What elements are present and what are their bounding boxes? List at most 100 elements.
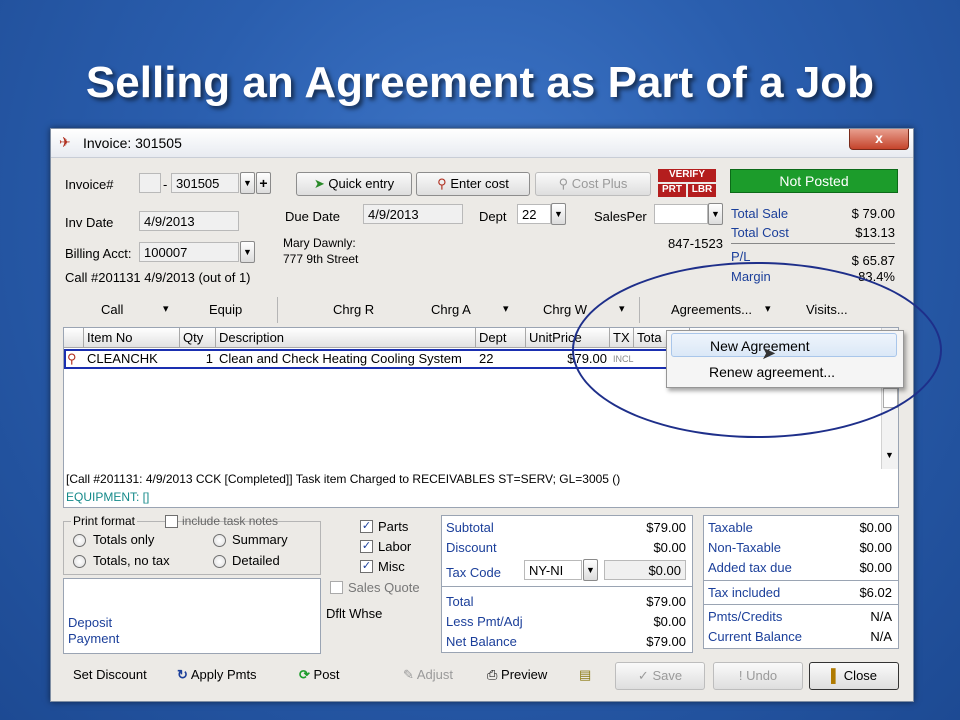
slide-title: Selling an Agreement as Part of a Job [85,58,875,107]
added-tax-value: $0.00 [859,560,892,575]
salesper-field[interactable] [654,204,708,224]
customer-address: 777 9th Street [283,252,359,266]
total-label: Total [446,594,474,609]
inv-date-field[interactable]: 4/9/2013 [139,211,239,231]
total-cost-label: Total Cost [731,225,789,240]
undo-button[interactable]: ! Undo [713,662,803,690]
cell-qty[interactable]: 1 [180,350,216,368]
billing-acct-label: Billing Acct: [65,246,132,261]
enter-cost-label: Enter cost [450,176,509,191]
apply-pmts-button[interactable]: ↻ Apply Pmts [177,667,257,683]
salesper-dropdown[interactable]: ▼ [708,203,723,225]
scroll-down-icon[interactable]: ▼ [885,450,894,460]
invoice-number-dropdown[interactable]: ▼ [240,172,255,194]
cell-tx[interactable]: INCL [610,350,634,368]
parts-checkbox[interactable]: ✓ [360,520,373,533]
preview-button[interactable]: ⎙ Preview [487,667,547,683]
cell-unit-price[interactable]: $79.00 [526,350,610,368]
due-date-field[interactable]: 4/9/2013 [363,204,463,224]
menu-chrg-r[interactable]: Chrg R [333,302,374,317]
tax-divider [704,604,898,605]
cell-item-no[interactable]: CLEANCHK [84,350,180,368]
adjust-button[interactable]: ✎ Adjust [403,667,453,683]
summary-panel: Subtotal $79.00 Discount $0.00 Tax Code … [441,515,693,653]
detailed-radio[interactable] [213,555,226,568]
preview-label: Preview [501,667,548,682]
include-task-notes-label: include task notes [182,514,279,528]
invoice-prefix-field[interactable] [139,173,161,193]
menu-call[interactable]: Call [101,302,123,317]
adjust-label: Adjust [416,667,453,682]
dept-field[interactable]: 22 [517,204,551,224]
cost-plus-button[interactable]: ⚲ Cost Plus [535,172,651,196]
status-area: [Call #201131: 4/9/2013 CCK [Completed]]… [63,469,899,508]
column-header-description[interactable]: Description [216,328,476,348]
quick-entry-icon: ➤ [313,176,325,191]
tax-amount-field[interactable]: $0.00 [604,560,686,580]
misc-checkbox[interactable]: ✓ [360,560,373,573]
close-button[interactable]: ▌ Close [809,662,899,690]
menu-item-new-agreement[interactable]: New Agreement [671,333,897,357]
include-task-notes-checkbox[interactable] [165,515,178,528]
menu-visits[interactable]: Visits... [806,302,848,317]
sales-quote-checkbox[interactable] [330,581,343,594]
window-close-button[interactable]: x [849,129,909,150]
verify-badge[interactable]: VERIFY [658,169,716,182]
non-taxable-value: $0.00 [859,540,892,555]
billing-acct-dropdown[interactable]: ▼ [240,241,255,263]
pl-value: $ 65.87 [851,253,895,268]
menu-chrg-w[interactable]: Chrg W [543,302,587,317]
set-discount-button[interactable]: Set Discount [73,667,147,682]
add-invoice-button[interactable]: + [256,172,271,194]
action-menubar: Call ▾ Equip Chrg R Chrg A ▾ Chrg W ▾ Ag… [63,297,901,323]
quick-entry-button[interactable]: ➤ Quick entry [296,172,412,196]
enter-cost-button[interactable]: ⚲ Enter cost [416,172,530,196]
grid-header-selector [64,328,84,348]
chevron-down-icon[interactable]: ▾ [765,302,771,315]
totals-no-tax-radio[interactable] [73,555,86,568]
menu-agreements[interactable]: Agreements... [671,302,752,317]
column-header-dept[interactable]: Dept [476,328,526,348]
cell-description[interactable]: Clean and Check Heating Cooling System [216,350,476,368]
close-label: Close [843,668,878,683]
chevron-down-icon: ▼ [243,247,252,257]
chevron-down-icon[interactable]: ▾ [163,302,169,315]
quick-entry-label: Quick entry [328,176,395,191]
column-header-tx[interactable]: TX [610,328,634,348]
column-header-unit-price[interactable]: UnitPrice [526,328,610,348]
invoice-number-field[interactable]: 301505 [171,173,239,193]
row-edit-icon[interactable]: ⚲ [64,350,84,368]
totals-only-radio[interactable] [73,534,86,547]
scrollbar-thumb[interactable] [883,388,898,408]
tax-code-dropdown[interactable]: ▼ [583,559,598,581]
sales-quote-label: Sales Quote [348,580,420,595]
tax-panel: Taxable $0.00 Non-Taxable $0.00 Added ta… [703,515,899,649]
prt-badge[interactable]: PRT [658,184,686,197]
labor-checkbox[interactable]: ✓ [360,540,373,553]
pl-label: P/L [731,249,751,264]
column-header-item-no[interactable]: Item No [84,328,180,348]
cell-dept[interactable]: 22 [476,350,526,368]
magnifier-icon: ⚲ [437,176,447,191]
dept-label: Dept [479,209,507,224]
post-button[interactable]: ⟳ Post [299,667,340,683]
billing-acct-field[interactable]: 100007 [139,242,239,262]
menu-chrg-a[interactable]: Chrg A [431,302,471,317]
chevron-down-icon[interactable]: ▾ [619,302,625,315]
column-header-qty[interactable]: Qty [180,328,216,348]
dept-dropdown[interactable]: ▼ [551,203,566,225]
menu-chrg-w-label: Chrg W [543,302,588,317]
lbr-badge[interactable]: LBR [688,184,716,197]
menu-item-renew-agreement[interactable]: Renew agreement... [671,360,897,384]
menu-call-label: Call [101,302,124,317]
tax-divider [704,580,898,581]
notepad-icon[interactable]: ▤ [579,667,591,683]
discount-value: $0.00 [653,540,686,555]
undo-icon: ! [738,668,743,683]
save-button[interactable]: ✓ Save [615,662,705,690]
menu-divider [277,297,278,323]
chevron-down-icon[interactable]: ▾ [503,302,509,315]
menu-equip[interactable]: Equip [209,302,242,317]
summary-radio[interactable] [213,534,226,547]
tax-code-field[interactable]: NY-NI [524,560,582,580]
